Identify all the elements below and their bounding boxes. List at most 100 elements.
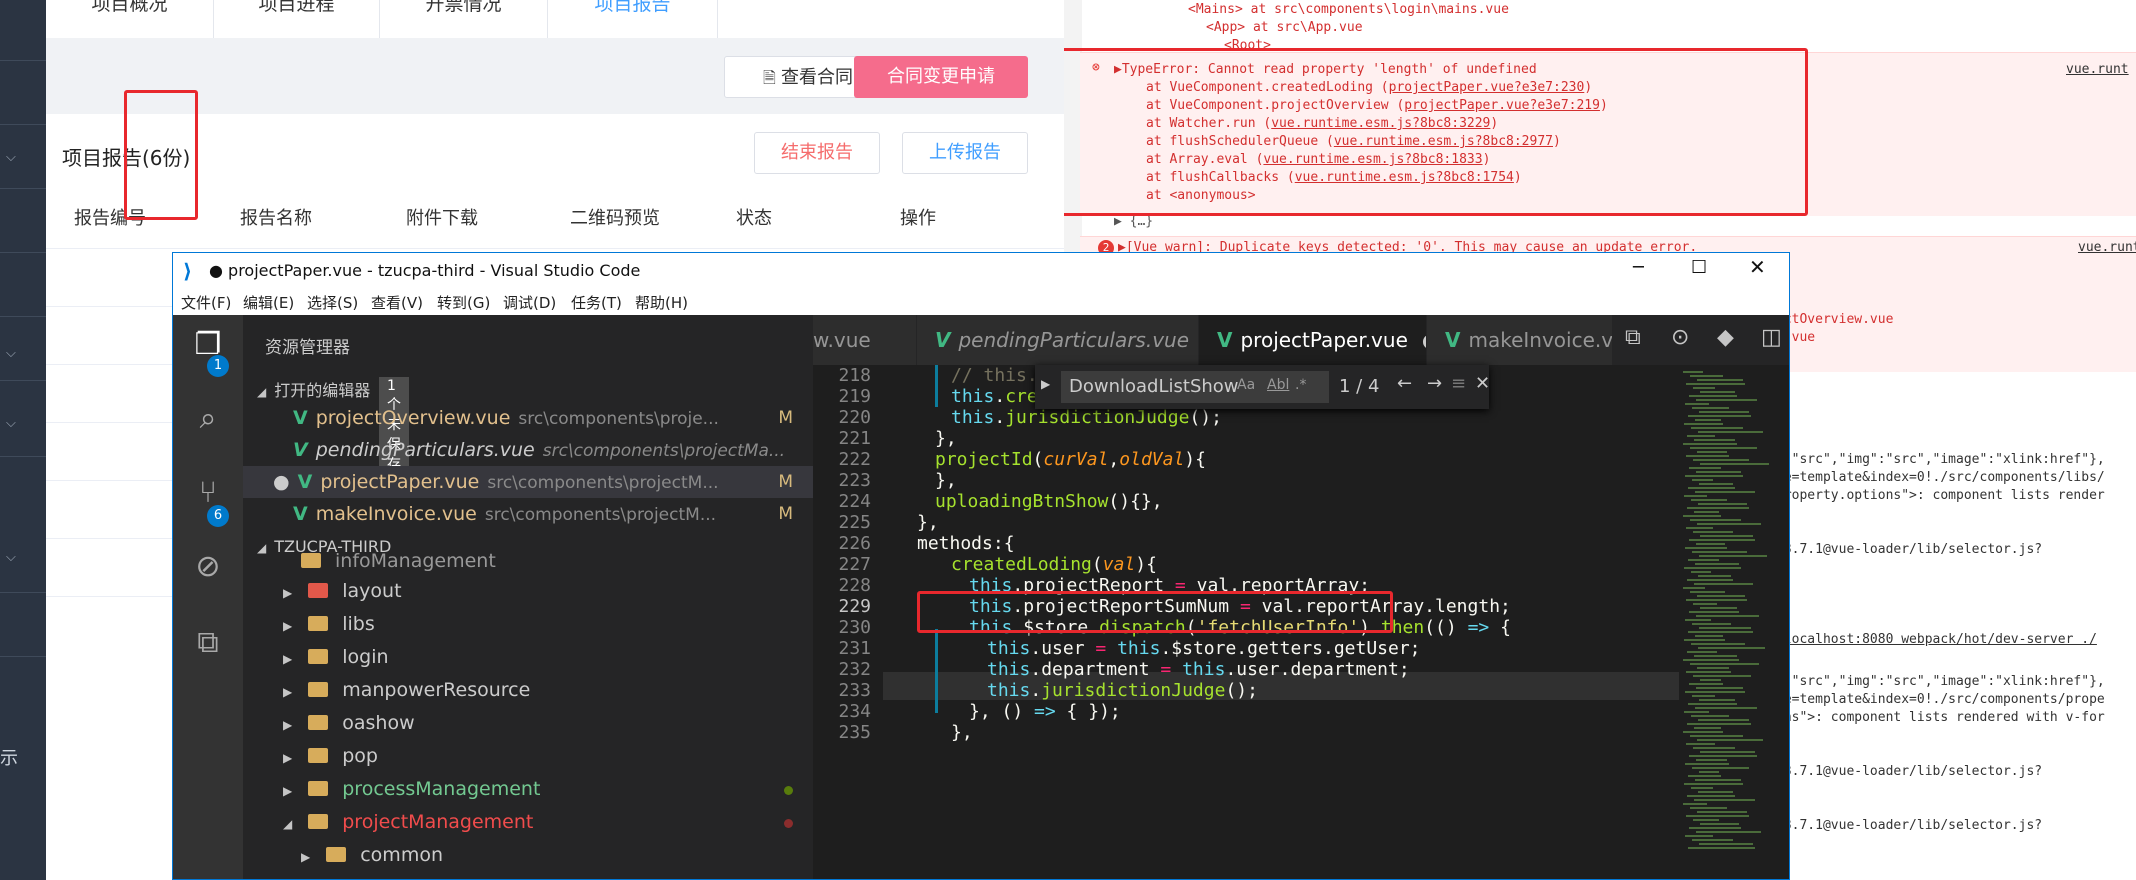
tree-folder[interactable]: ▶ libs	[283, 608, 853, 641]
minimap[interactable]	[1679, 365, 1769, 879]
minimap-line	[1696, 831, 1761, 833]
console-line: pe=template&index=0!./src/components/lib…	[1776, 470, 2105, 485]
minimap-line	[1687, 579, 1733, 581]
chevron-down-icon[interactable]: ⌵	[6, 550, 16, 565]
menu-selection[interactable]: 选择(S)	[307, 292, 358, 313]
menu-tasks[interactable]: 任务(T)	[571, 292, 622, 313]
explorer-title: 资源管理器	[265, 338, 350, 358]
scm-badge: 6	[207, 505, 229, 527]
whole-word-toggle[interactable]: Abl	[1267, 377, 1289, 393]
menu-edit[interactable]: 编辑(E)	[243, 292, 294, 313]
minimap-line	[1683, 515, 1721, 517]
chevron-down-icon[interactable]: ⌵	[6, 150, 16, 165]
sidebar-divider	[0, 188, 46, 189]
maximize-icon[interactable]: ☐	[1691, 257, 1707, 278]
menu-goto[interactable]: 转到(G)	[437, 292, 490, 313]
open-changes-icon[interactable]: ⧉	[1625, 325, 1641, 350]
tree-folder[interactable]: ▶ pop	[283, 740, 853, 773]
open-file[interactable]: VprojectOverview.vue src\components\proje…	[243, 402, 813, 434]
minimap-line	[1699, 627, 1751, 629]
collapsed-object[interactable]: ▶ {…}	[1114, 214, 1153, 229]
editor-area: w.vue VpendingParticulars.vue VprojectPa…	[813, 315, 1789, 879]
vue-file-icon: V	[293, 407, 308, 429]
open-editors-header[interactable]: ◢ 打开的编辑器 1 个未保存	[257, 377, 409, 475]
regex-toggle[interactable]: .*	[1295, 377, 1306, 393]
console-line: 13.7.1@vue-loader/lib/selector.js?	[1776, 542, 2043, 557]
minimap-line	[1686, 671, 1731, 673]
change-request-button[interactable]: 合同变更申请	[854, 56, 1028, 98]
tree-folder[interactable]: ▶ login	[283, 641, 853, 674]
tab-project-report[interactable]: 项目报告	[548, 0, 718, 38]
editor-tab[interactable]: VmakeInvoice.vue	[1427, 315, 1613, 365]
console-line: 13.7.1@vue-loader/lib/selector.js?	[1776, 818, 2043, 833]
chevron-right-icon[interactable]: ▶	[1041, 377, 1050, 391]
next-match-icon[interactable]: →	[1427, 373, 1442, 394]
upload-report-button[interactable]: 上传报告	[902, 132, 1028, 174]
open-file-active[interactable]: ● VprojectPaper.vue src\components\project…	[243, 466, 813, 498]
git-gutter-mark	[935, 629, 938, 713]
find-in-selection-icon[interactable]: ≡	[1451, 373, 1466, 394]
find-match-count: 1 / 4	[1339, 376, 1380, 397]
tree-folder[interactable]: ▶ processManagement	[283, 773, 813, 806]
menu-view[interactable]: 查看(V)	[371, 292, 423, 313]
close-find-icon[interactable]: ✕	[1475, 373, 1490, 394]
git-gutter-mark	[935, 365, 938, 407]
menu-debug[interactable]: 调试(D)	[503, 292, 556, 313]
column-header: 报告名称	[240, 208, 312, 229]
minimize-icon[interactable]: ─	[1633, 257, 1644, 278]
previous-match-icon[interactable]: ←	[1397, 373, 1412, 394]
minimap-line	[1692, 551, 1747, 553]
sidebar-truncated-label: 示	[0, 748, 18, 769]
minimap-line	[1693, 603, 1717, 605]
git-icon[interactable]: ◆	[1717, 325, 1734, 350]
tree-folder[interactable]: ▶ oashow	[283, 707, 853, 740]
minimap-line	[1686, 599, 1747, 601]
minimap-line	[1687, 435, 1715, 437]
match-case-toggle[interactable]: Aa	[1237, 377, 1255, 393]
open-file[interactable]: VpendingParticulars.vue src\components\pr…	[243, 434, 813, 466]
minimap-line	[1688, 775, 1721, 777]
minimap-line	[1687, 507, 1749, 509]
chevron-down-icon[interactable]: ⌵	[6, 346, 16, 361]
minimap-line	[1696, 471, 1741, 473]
editor-tab[interactable]: w.vue	[813, 315, 917, 365]
minimap-line	[1690, 807, 1727, 809]
search-icon[interactable]: ⌕	[190, 401, 226, 437]
tree-folder[interactable]: ▶ layout	[283, 575, 853, 608]
source-link[interactable]: vue.runt	[2078, 240, 2136, 255]
minimap-line	[1692, 767, 1749, 769]
tab-project-overview[interactable]: 项目概况	[46, 0, 214, 38]
minimap-line	[1699, 555, 1767, 557]
menu-file[interactable]: 文件(F)	[181, 292, 231, 313]
chevron-down-icon[interactable]: ⌵	[6, 416, 16, 431]
line-number: 228	[838, 575, 871, 596]
editor-tab-active[interactable]: VprojectPaper.vue●	[1199, 315, 1427, 365]
minimap-line	[1688, 847, 1755, 849]
column-header: 操作	[900, 208, 936, 229]
line-number: 222	[838, 449, 871, 470]
minimap-line	[1693, 819, 1719, 821]
tree-folder[interactable]: infoManagement	[301, 553, 871, 571]
editor-tab[interactable]: VpendingParticulars.vue	[917, 315, 1199, 365]
extensions-icon[interactable]: ⧉	[190, 625, 226, 661]
console-line[interactable]: /localhost:8080 webpack/hot/dev-server .…	[1776, 632, 2097, 647]
line-number: 234	[838, 701, 871, 722]
tab-project-progress[interactable]: 项目进程	[214, 0, 380, 38]
split-editor-icon[interactable]: ◫	[1761, 325, 1782, 350]
close-icon[interactable]: ✕	[1749, 255, 1766, 279]
menu-help[interactable]: 帮助(H)	[635, 292, 688, 313]
line-number: 225	[838, 512, 871, 533]
open-file[interactable]: VmakeInvoice.vue src\components\projectM.…	[243, 498, 813, 530]
code-view[interactable]: // this.pr this.creat this.jurisdictionJ…	[883, 365, 1713, 879]
line-number: 224	[838, 491, 871, 512]
preview-icon[interactable]: ⊙	[1671, 325, 1689, 350]
end-report-button[interactable]: 结束报告	[754, 132, 880, 174]
minimap-line	[1693, 387, 1715, 389]
debug-icon[interactable]: ⊘	[190, 549, 226, 585]
source-link[interactable]: vue.runt	[2066, 62, 2129, 77]
tree-folder[interactable]: ▶ common	[301, 839, 871, 872]
tab-invoicing[interactable]: 开票情况	[380, 0, 548, 38]
tree-folder[interactable]: ▶ manpowerResource	[283, 674, 853, 707]
minimap-line	[1699, 843, 1753, 845]
tree-folder[interactable]: ◢ projectManagement	[283, 806, 813, 839]
